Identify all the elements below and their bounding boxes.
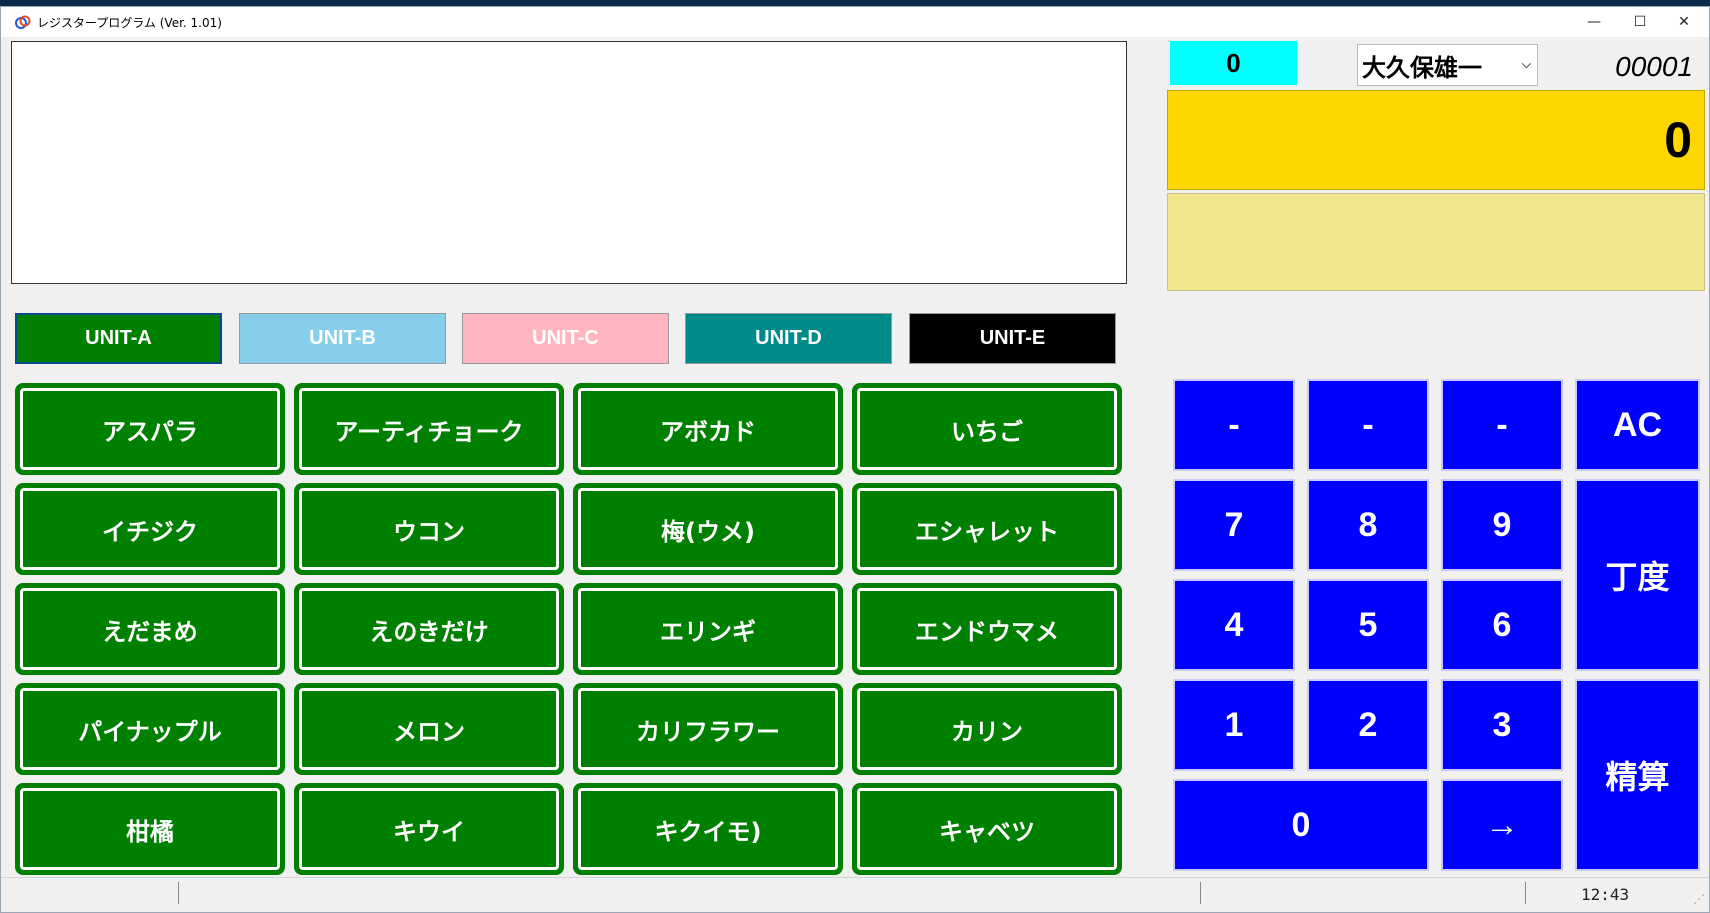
unit-tab-e[interactable]: UNIT-E xyxy=(909,313,1116,364)
product-label: エシャレット xyxy=(857,488,1117,570)
title-bar: レジスタープログラム (Ver. 1.01) — ☐ ✕ xyxy=(1,7,1709,37)
product-label: イチジク xyxy=(20,488,280,570)
key-3[interactable]: 3 xyxy=(1441,679,1563,771)
product-button[interactable]: カリフラワー xyxy=(573,683,843,775)
product-label: 柑橘 xyxy=(20,788,280,870)
product-label: えだまめ xyxy=(20,588,280,670)
product-button[interactable]: えのきだけ xyxy=(294,583,564,675)
product-label: キウイ xyxy=(299,788,559,870)
status-separator xyxy=(178,882,179,904)
exact-amount-key[interactable]: 丁度 xyxy=(1575,479,1700,671)
product-button[interactable]: エンドウマメ xyxy=(852,583,1122,675)
minimize-icon: — xyxy=(1587,14,1601,30)
register-window: レジスタープログラム (Ver. 1.01) — ☐ ✕ 0 大久保雄一 ⌵ 0… xyxy=(0,6,1710,913)
key-4[interactable]: 4 xyxy=(1173,579,1295,671)
staff-select[interactable]: 大久保雄一 ⌵ xyxy=(1357,44,1538,86)
key-8[interactable]: 8 xyxy=(1307,479,1429,571)
product-button[interactable]: アスパラ xyxy=(15,383,285,475)
key-6[interactable]: 6 xyxy=(1441,579,1563,671)
product-label: アーティチョーク xyxy=(299,388,559,470)
product-button[interactable]: エシャレット xyxy=(852,483,1122,575)
enter-arrow-key[interactable]: → xyxy=(1441,779,1563,871)
product-button[interactable]: アボカド xyxy=(573,383,843,475)
product-label: アボカド xyxy=(578,388,838,470)
product-button[interactable]: 梅(ウメ) xyxy=(573,483,843,575)
minimize-button[interactable]: — xyxy=(1571,7,1617,37)
unit-tab-c[interactable]: UNIT-C xyxy=(462,313,669,364)
staff-selected-value: 大久保雄一 xyxy=(1362,53,1482,82)
item-counter: 0 xyxy=(1170,41,1297,85)
key-9[interactable]: 9 xyxy=(1441,479,1563,571)
status-clock: 12:43 xyxy=(1581,885,1630,904)
dash-key-2[interactable]: - xyxy=(1307,379,1429,471)
receipt-number: 00001 xyxy=(1615,51,1693,82)
close-icon: ✕ xyxy=(1678,14,1690,30)
unit-tab-a[interactable]: UNIT-A xyxy=(15,313,222,364)
key-2[interactable]: 2 xyxy=(1307,679,1429,771)
product-label: エリンギ xyxy=(578,588,838,670)
product-label: ウコン xyxy=(299,488,559,570)
product-label: キクイモ) xyxy=(578,788,838,870)
close-button[interactable]: ✕ xyxy=(1661,7,1707,37)
product-label: エンドウマメ xyxy=(857,588,1117,670)
status-separator xyxy=(1200,882,1201,904)
product-button[interactable]: イチジク xyxy=(15,483,285,575)
product-button[interactable]: アーティチョーク xyxy=(294,383,564,475)
maximize-icon: ☐ xyxy=(1633,14,1647,30)
settle-key[interactable]: 精算 xyxy=(1575,679,1700,871)
product-label: いちご xyxy=(857,388,1117,470)
product-button[interactable]: パイナップル xyxy=(15,683,285,775)
all-clear-key[interactable]: AC xyxy=(1575,379,1700,471)
dash-key-1[interactable]: - xyxy=(1173,379,1295,471)
product-label: 梅(ウメ) xyxy=(578,488,838,570)
dash-key-3[interactable]: - xyxy=(1441,379,1563,471)
status-bar: 12:43 ⋰ xyxy=(1,877,1709,908)
status-separator xyxy=(1525,882,1526,904)
product-button[interactable]: メロン xyxy=(294,683,564,775)
product-button[interactable]: えだまめ xyxy=(15,583,285,675)
unit-tab-b[interactable]: UNIT-B xyxy=(239,313,446,364)
chevron-down-icon: ⌵ xyxy=(1521,57,1531,71)
product-label: キャベツ xyxy=(857,788,1117,870)
product-button[interactable]: ウコン xyxy=(294,483,564,575)
product-button[interactable]: いちご xyxy=(852,383,1122,475)
input-display xyxy=(1167,193,1705,291)
product-button[interactable]: 柑橘 xyxy=(15,783,285,875)
maximize-button[interactable]: ☐ xyxy=(1617,7,1663,37)
total-display: 0 xyxy=(1167,90,1705,190)
product-button[interactable]: カリン xyxy=(852,683,1122,775)
app-icon xyxy=(15,15,31,29)
product-label: カリフラワー xyxy=(578,688,838,770)
product-label: えのきだけ xyxy=(299,588,559,670)
product-label: アスパラ xyxy=(20,388,280,470)
product-button[interactable]: キクイモ) xyxy=(573,783,843,875)
receipt-list[interactable] xyxy=(11,41,1127,284)
product-label: パイナップル xyxy=(20,688,280,770)
product-button[interactable]: エリンギ xyxy=(573,583,843,675)
key-5[interactable]: 5 xyxy=(1307,579,1429,671)
resize-grip-icon[interactable]: ⋰ xyxy=(1693,892,1705,906)
product-button[interactable]: キウイ xyxy=(294,783,564,875)
key-1[interactable]: 1 xyxy=(1173,679,1295,771)
product-label: カリン xyxy=(857,688,1117,770)
product-label: メロン xyxy=(299,688,559,770)
unit-tab-d[interactable]: UNIT-D xyxy=(685,313,892,364)
key-0[interactable]: 0 xyxy=(1173,779,1429,871)
key-7[interactable]: 7 xyxy=(1173,479,1295,571)
product-button[interactable]: キャベツ xyxy=(852,783,1122,875)
window-title: レジスタープログラム (Ver. 1.01) xyxy=(37,16,222,30)
